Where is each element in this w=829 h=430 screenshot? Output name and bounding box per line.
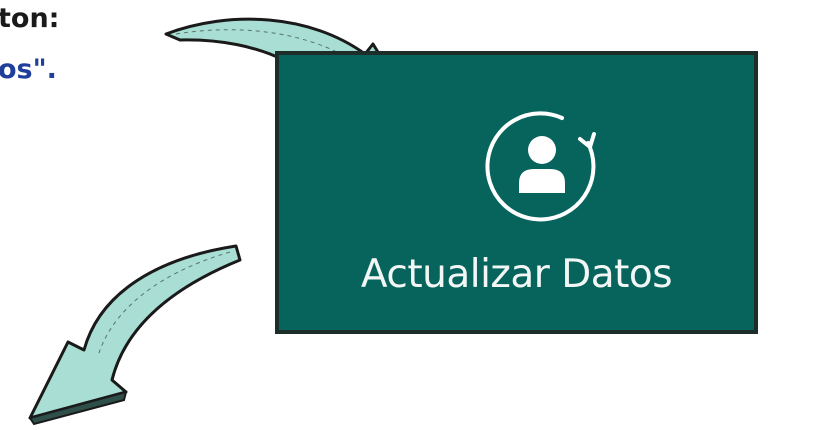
user-refresh-icon xyxy=(485,111,596,222)
instruction-text-line-1: ton: xyxy=(0,3,60,34)
actualizar-datos-button[interactable]: Actualizar Datos xyxy=(275,51,758,334)
instruction-text-line-2: os". xyxy=(0,54,57,85)
actualizar-datos-label: Actualizar Datos xyxy=(360,252,673,297)
curved-arrow-bottom-icon xyxy=(28,244,242,426)
